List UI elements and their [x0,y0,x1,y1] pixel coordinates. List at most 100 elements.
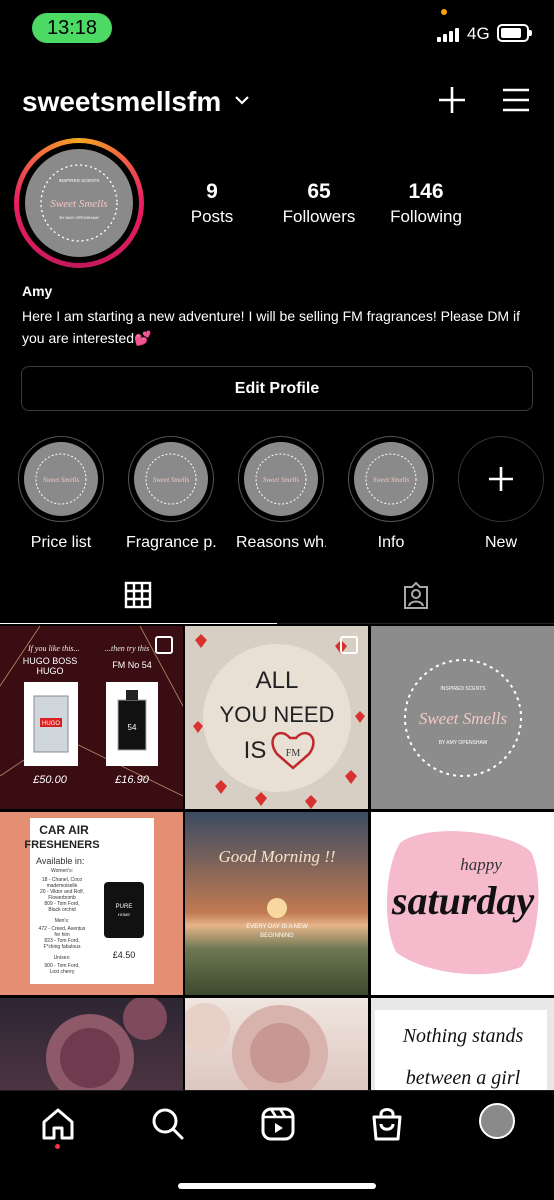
post-thumbnail[interactable] [185,998,368,1091]
highlight-cover-text: Sweet Smells [153,476,190,484]
post3-title: Sweet Smells [419,709,508,728]
highlight-new[interactable]: New [456,436,546,552]
post-thumbnail[interactable]: Nothing stands between a girl [371,998,554,1091]
bio-emoji: 💕 [134,330,152,346]
post4-available: Available in: [36,856,84,866]
post-thumbnail[interactable]: CAR AIR FRESHENERS Available in: Women's… [0,812,183,995]
post5-line1: EVERY DAY IS A NEW [246,924,308,930]
status-bar: 13:18 4G [0,0,554,56]
highlight-label: New [484,534,517,551]
shop-icon[interactable] [367,1104,407,1144]
avatar-brand-text: Sweet Smells [50,198,107,210]
signal-icon [437,26,463,42]
post4-w6: Black orchid [48,907,75,913]
bio-text: Here I am starting a new adventure! I wi… [22,308,520,346]
post6-small: happy [460,855,502,874]
post6-big: saturday [391,878,534,923]
post1-left-brand: HUGO BOSS [23,656,78,666]
carousel-icon [340,636,358,654]
bio: Here I am starting a new adventure! I wi… [22,305,537,349]
tab-tagged[interactable] [277,568,554,624]
highlight-fragrance[interactable]: Sweet Smells Fragrance p... [126,436,216,552]
avatar-top-text: INSPIRED SCENTS [59,178,100,183]
highlight-reasons[interactable]: Sweet Smells Reasons wh... [236,436,326,552]
plus-icon [489,467,513,491]
post1-right-price: £16.90 [114,774,150,786]
post-thumbnail[interactable]: happy saturday [371,812,554,995]
username-switcher[interactable]: sweetsmellsfm [22,86,221,118]
profile-avatar[interactable]: INSPIRED SCENTS Sweet Smells BY AMY OPEN… [14,138,144,268]
post-thumbnail[interactable]: Good Morning !! EVERY DAY IS A NEW BEGIN… [185,812,368,995]
home-indicator[interactable] [178,1183,376,1189]
highlight-cover: Sweet Smells [354,442,428,516]
menu-icon[interactable] [501,86,531,114]
highlight-cover: Sweet Smells [134,442,208,516]
post9-line2: between a girl [406,1067,521,1089]
post2-badge: FM [286,748,301,759]
post4-m4: F*cking fabulous [44,944,81,950]
stat-posts[interactable]: 9 Posts [157,180,267,227]
post4-price: £4.50 [113,950,136,960]
post1-bottle-left: HUGO [42,721,60,727]
post4-womens: Women's: [51,868,73,874]
following-label: Following [390,207,462,226]
home-icon[interactable] [38,1104,78,1144]
post1-left-price: £50.00 [32,774,68,786]
post3-top: INSPIRED SCENTS [440,686,486,692]
highlight-cover-text: Sweet Smells [263,476,300,484]
highlight-cover: Sweet Smells [244,442,318,516]
followers-label: Followers [282,207,356,226]
post-thumbnail[interactable]: INSPIRED SCENTS Sweet Smells BY AMY OPEN… [371,626,554,809]
post1-bottle-right: 54 [128,723,137,732]
edit-profile-button[interactable]: Edit Profile [21,366,533,411]
post4-pure: PURE [116,904,133,910]
post2-line1: ALL [256,667,299,694]
reels-icon[interactable] [258,1104,298,1144]
new-post-button[interactable] [436,84,468,116]
avatar-bottom-text: BY AMY OPENSHAW [59,215,98,220]
tagged-person-icon [404,581,428,609]
following-count: 146 [408,180,444,203]
stat-following[interactable]: 146 Following [371,180,481,227]
post5-line2: BEGINNING [260,933,294,939]
highlight-cover-text: Sweet Smells [373,476,410,484]
post4-unisex: Unisex: [54,955,71,961]
post2-line3: IS [244,737,267,764]
network-label: 4G [467,24,490,43]
carousel-icon [155,636,173,654]
post1-left-head: If you like this... [27,644,80,653]
post5-title: Good Morning !! [218,847,335,866]
highlight-label: Fragrance p... [126,534,216,551]
profile-tabs [0,568,554,624]
home-notification-dot [55,1144,60,1149]
post1-left-name: HUGO [37,666,64,676]
highlight-cover: Sweet Smells [24,442,98,516]
post4-u2: Lost cherry [50,969,75,975]
followers-count: 65 [307,180,331,203]
stat-followers[interactable]: 65 Followers [264,180,374,227]
post-thumbnail[interactable] [0,998,183,1091]
posts-grid: If you like this... ...then try this HUG… [0,626,554,1091]
post-thumbnail[interactable]: If you like this... ...then try this HUG… [0,626,183,809]
posts-label: Posts [190,207,234,226]
profile-nav-avatar[interactable] [479,1103,515,1139]
display-name: Amy [22,283,53,299]
profile-header: sweetsmellsfm [0,80,554,124]
highlight-label: Info [377,534,405,551]
post9-line1: Nothing stands [402,1025,524,1047]
post-thumbnail[interactable]: ALL YOU NEED IS FM [185,626,368,809]
search-icon[interactable] [148,1104,188,1144]
tab-grid[interactable] [0,568,277,624]
status-time[interactable]: 13:18 [32,13,112,43]
post4-title2: FRESHENERS [24,839,99,851]
post1-right-head: ...then try this [105,644,149,653]
highlight-info[interactable]: Sweet Smells Info [346,436,436,552]
post1-right-name: FM No 54 [112,660,152,670]
active-tab-indicator [0,623,277,624]
post4-title1: CAR AIR [39,823,89,837]
highlight-label: Price list [30,534,92,551]
grid-icon [124,581,152,609]
chevron-down-icon[interactable] [234,92,250,108]
highlight-price-list[interactable]: Sweet Smells Price list [16,436,106,552]
post3-bottom: BY AMY OPENSHAW [439,740,488,746]
